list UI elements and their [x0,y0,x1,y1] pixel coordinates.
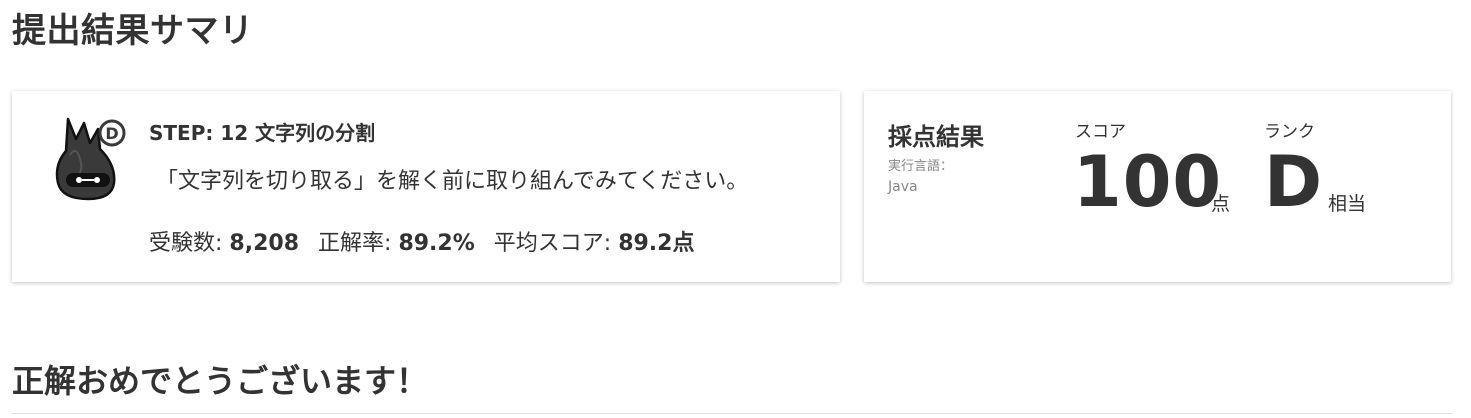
page-title: 提出結果サマリ [12,11,254,51]
accuracy-label: 正解率: [318,231,392,256]
result-title: 採点結果 [888,123,984,151]
average-score-label: 平均スコア: [493,231,612,256]
rank-value: D [1264,141,1323,223]
mascot-rank-badge: D [105,124,118,143]
congratulations-heading: 正解おめでとうございます！ [12,362,429,400]
rank-d-mascot-icon: D [55,117,126,201]
page: 提出結果サマリ D STEP: 12 文字列の分割 「文字列を切り取る」を解く前… [0,0,1471,418]
language-value: Java [888,179,918,195]
step-title[interactable]: STEP: 12 文字列の分割 [149,117,375,146]
score-unit: 点 [1211,193,1231,215]
step-card: D STEP: 12 文字列の分割 「文字列を切り取る」を解く前に取り組んでみて… [12,91,840,282]
accuracy-value: 89.2% [398,231,475,256]
result-card: 採点結果 実行言語： Java スコア 100 点 ランク D 相当 [864,91,1451,282]
language-label: 実行言語： [888,159,954,174]
step-stats: 受験数: 8,208 正解率: 89.2% 平均スコア: 89.2点 [149,225,706,257]
examinees-label: 受験数: [149,231,223,256]
score-value: 100 [1073,141,1223,223]
rank-unit: 相当 [1328,193,1367,215]
examinees-value: 8,208 [229,231,300,256]
step-description: 「文字列を切り取る」を解く前に取り組んでみてください。 [156,169,749,194]
average-score-value: 89.2点 [618,231,695,256]
section-divider [12,413,1452,414]
